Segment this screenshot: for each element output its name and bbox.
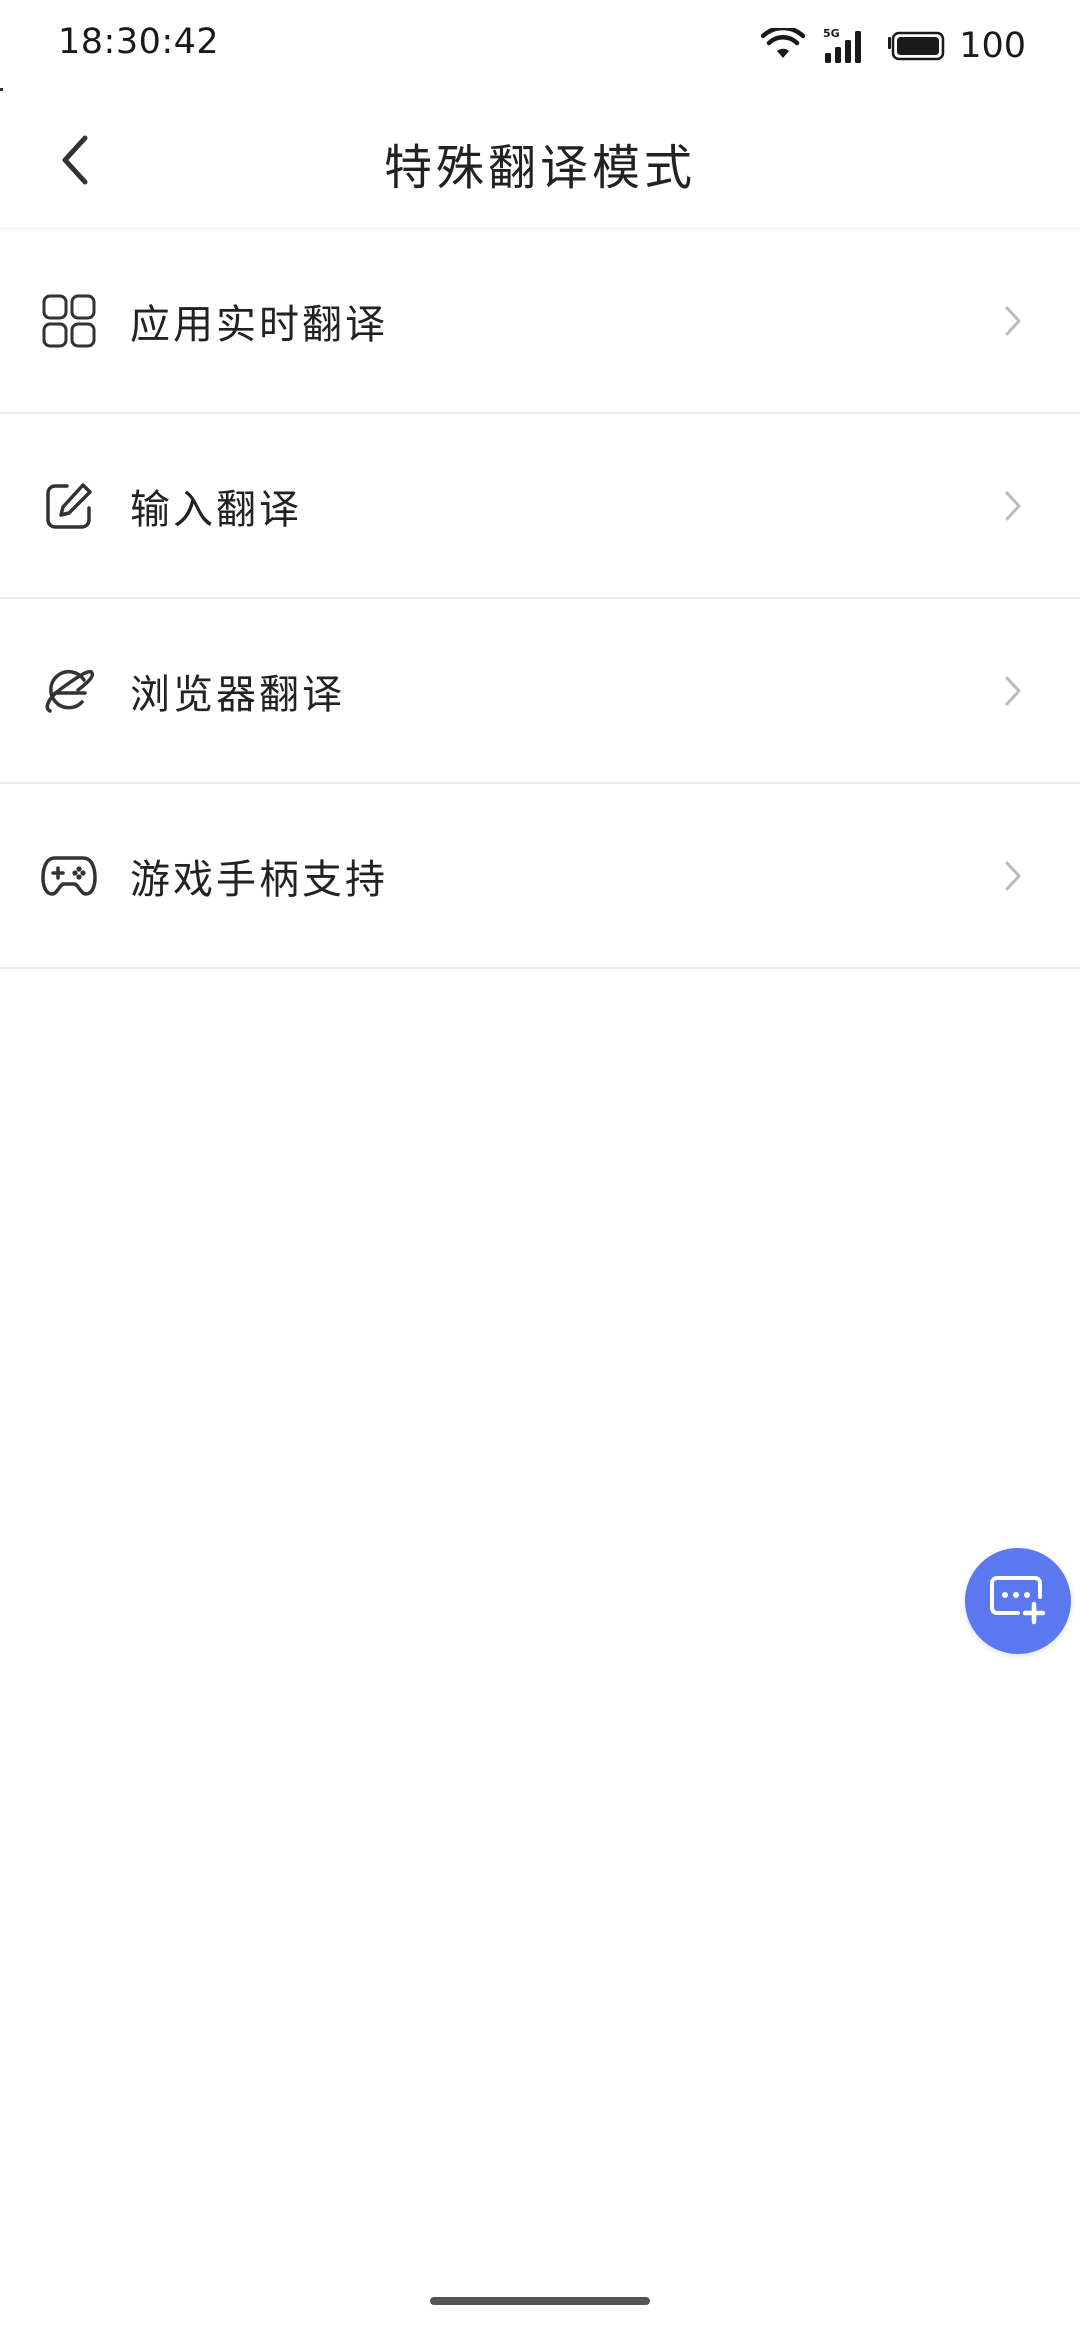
home-indicator[interactable] [430,2297,650,2305]
edit-icon [40,477,98,535]
add-translation-icon [988,1573,1048,1629]
menu-item-gamepad-support[interactable]: 游戏手柄支持 [0,784,1080,969]
menu-item-label: 浏览器翻译 [130,671,345,718]
status-time: 18:30:42 [58,22,220,62]
status-icons: 5G 100 [761,22,1026,70]
menu-item-label: 游戏手柄支持 [130,856,388,903]
chevron-right-icon [998,301,1028,341]
menu-item-label: 输入翻译 [130,486,302,533]
menu-list: 应用实时翻译 输入翻译 浏览器翻译 游戏手柄支持 [0,229,1080,969]
chevron-right-icon [998,486,1028,526]
app-grid-icon [40,292,98,350]
add-translation-fab[interactable] [965,1548,1071,1654]
cellular-signal-icon: 5G [823,27,869,65]
menu-item-app-realtime-translation[interactable]: 应用实时翻译 [0,229,1080,414]
menu-item-input-translation[interactable]: 输入翻译 [0,414,1080,599]
app-screen: 18:30:42 5G 100 特殊翻译模式 应用实时翻译 输入翻译 浏览器翻译… [0,0,1080,2340]
chevron-right-icon [998,856,1028,896]
gamepad-icon [40,847,98,905]
corner-dot [0,88,3,91]
status-bar: 18:30:42 5G 100 [0,0,1080,90]
page-title: 特殊翻译模式 [383,140,696,196]
menu-item-browser-translation[interactable]: 浏览器翻译 [0,599,1080,784]
chevron-right-icon [998,671,1028,711]
header: 特殊翻译模式 [0,100,1080,229]
network-label: 5G [823,27,840,40]
battery-level: 100 [959,26,1026,66]
menu-item-label: 应用实时翻译 [130,301,388,348]
battery-icon [887,31,945,61]
browser-icon [40,662,98,720]
wifi-icon [761,28,806,64]
